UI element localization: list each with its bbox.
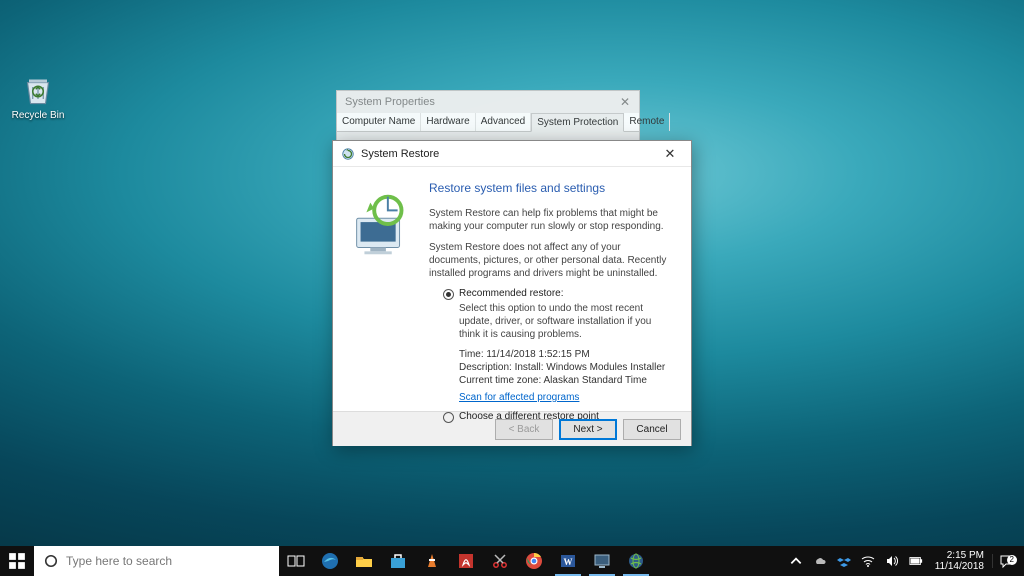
taskbar-app-chrome[interactable]	[517, 546, 551, 576]
volume-icon	[885, 554, 899, 568]
taskbar-app-store[interactable]	[381, 546, 415, 576]
taskbar-app-edge[interactable]	[313, 546, 347, 576]
task-view-button[interactable]	[279, 546, 313, 576]
edge-icon	[321, 552, 339, 570]
notification-count: 2	[1007, 555, 1017, 565]
radio-choose-different[interactable]	[443, 412, 454, 423]
dialog-title: System Restore	[361, 148, 439, 160]
taskbar-search[interactable]: Type here to search	[34, 546, 279, 576]
recommended-description: Select this option to undo the most rece…	[459, 302, 673, 341]
vlc-cone-icon	[423, 552, 441, 570]
taskbar-app-word[interactable]: W	[551, 546, 585, 576]
sysprop-close-button[interactable]: ✕	[617, 94, 633, 110]
battery-icon	[909, 554, 923, 568]
store-icon	[389, 552, 407, 570]
tab-hardware[interactable]: Hardware	[421, 113, 475, 131]
taskbar-app-snip[interactable]	[483, 546, 517, 576]
dropbox-icon	[837, 554, 851, 568]
recycle-bin-icon	[20, 72, 56, 108]
tray-dropbox[interactable]	[833, 546, 855, 576]
wifi-icon	[861, 554, 875, 568]
cancel-button[interactable]: Cancel	[623, 419, 681, 440]
back-button: < Back	[495, 419, 553, 440]
recycle-bin[interactable]: Recycle Bin	[8, 72, 68, 121]
taskbar-app-vlc[interactable]	[415, 546, 449, 576]
next-button[interactable]: Next >	[559, 419, 617, 440]
taskbar-app-acrobat[interactable]	[449, 546, 483, 576]
tab-computer-name[interactable]: Computer Name	[337, 113, 421, 131]
cortana-circle-icon	[44, 554, 58, 568]
taskbar-clock[interactable]: 2:15 PM 11/14/2018	[929, 547, 990, 575]
tab-remote[interactable]: Remote	[624, 113, 670, 131]
tray-volume[interactable]	[881, 546, 903, 576]
scan-affected-link[interactable]: Scan for affected programs	[459, 392, 579, 403]
radio-recommended-label: Recommended restore:	[459, 288, 564, 299]
tab-advanced[interactable]: Advanced	[476, 113, 531, 131]
radio-recommended[interactable]	[443, 289, 454, 300]
dialog-illustration	[333, 167, 427, 411]
dialog-close-button[interactable]: ✕	[655, 144, 685, 164]
start-button[interactable]	[0, 546, 34, 576]
dialog-paragraph-2: System Restore does not affect any of yo…	[429, 241, 673, 280]
tab-system-protection[interactable]: System Protection	[531, 113, 624, 132]
restore-timezone: Current time zone: Alaskan Standard Time	[459, 375, 673, 386]
clock-date: 11/14/2018	[935, 561, 984, 572]
dialog-paragraph-1: System Restore can help fix problems tha…	[429, 207, 673, 233]
action-center-button[interactable]: 2	[992, 554, 1020, 568]
folder-icon	[355, 552, 373, 570]
dialog-titlebar[interactable]: System Restore ✕	[333, 141, 691, 167]
globe-icon	[627, 552, 645, 570]
cloud-icon	[813, 554, 827, 568]
chevron-up-icon	[789, 554, 803, 568]
restore-time: Time: 11/14/2018 1:52:15 PM	[459, 349, 673, 360]
taskbar-app-explorer[interactable]	[347, 546, 381, 576]
task-view-icon	[287, 552, 305, 570]
svg-text:W: W	[564, 557, 573, 567]
windows-logo-icon	[8, 552, 26, 570]
search-placeholder: Type here to search	[66, 554, 172, 568]
tray-onedrive[interactable]	[809, 546, 831, 576]
system-restore-dialog: System Restore ✕ Restore system files an…	[332, 140, 692, 446]
taskbar: Type here to search W 2:15 PM 11/14/2018…	[0, 546, 1024, 576]
tray-chevron[interactable]	[785, 546, 807, 576]
tray-battery[interactable]	[905, 546, 927, 576]
sysprop-tabstrip: Computer Name Hardware Advanced System P…	[337, 113, 639, 132]
restore-illustration-icon	[343, 187, 421, 265]
scissors-icon	[491, 552, 509, 570]
acrobat-icon	[457, 552, 475, 570]
taskbar-app-globe[interactable]	[619, 546, 653, 576]
dialog-heading: Restore system files and settings	[429, 181, 673, 195]
tray-wifi[interactable]	[857, 546, 879, 576]
taskbar-app-sysrestore[interactable]	[585, 546, 619, 576]
word-icon: W	[559, 552, 577, 570]
restore-description: Description: Install: Windows Modules In…	[459, 362, 673, 373]
monitor-icon	[593, 552, 611, 570]
system-restore-icon	[341, 147, 355, 161]
recycle-bin-label: Recycle Bin	[8, 110, 68, 121]
chrome-icon	[525, 552, 543, 570]
sysprop-title: System Properties	[345, 96, 435, 108]
clock-time: 2:15 PM	[935, 550, 984, 561]
